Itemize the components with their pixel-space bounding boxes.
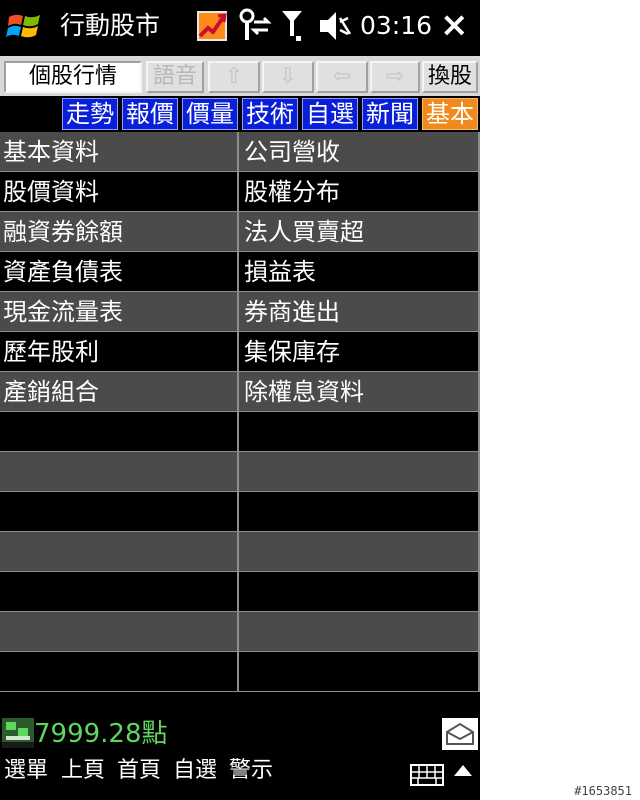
left-arrow-button[interactable]: ⇦ — [316, 61, 368, 93]
grid-empty-cell — [0, 652, 239, 692]
table-row — [0, 492, 480, 532]
grid-item-custody-holdings[interactable]: 集保庫存 — [241, 332, 480, 372]
grid-item-margin-balance[interactable]: 融資券餘額 — [0, 212, 239, 252]
table-row: 股價資料 股權分布 — [0, 172, 480, 212]
fundamentals-grid: 基本資料 公司營收 股價資料 股權分布 融資券餘額 法人買賣超 資產負債表 損益… — [0, 132, 480, 692]
grid-empty-cell — [241, 612, 480, 652]
table-row: 歷年股利 集保庫存 — [0, 332, 480, 372]
down-arrow-button[interactable]: ⇩ — [262, 61, 314, 93]
table-row: 產銷組合 除權息資料 — [0, 372, 480, 412]
menu-button[interactable]: 選單 — [4, 754, 48, 788]
tab-news[interactable]: 新聞 — [362, 98, 418, 130]
grid-empty-cell — [241, 532, 480, 572]
market-index-value: 7999.28點 — [34, 719, 168, 749]
grid-empty-cell — [241, 492, 480, 532]
app-title: 行動股市 — [60, 11, 161, 40]
up-arrow-button[interactable]: ⇧ — [208, 61, 260, 93]
grid-item-ex-dividend-info[interactable]: 除權息資料 — [241, 372, 480, 412]
table-row: 融資券餘額 法人買賣超 — [0, 212, 480, 252]
table-row — [0, 652, 480, 692]
grid-empty-cell — [0, 492, 239, 532]
grid-empty-cell — [0, 572, 239, 612]
table-row: 資產負債表 損益表 — [0, 252, 480, 292]
table-row — [0, 572, 480, 612]
grid-item-dividend-history[interactable]: 歷年股利 — [0, 332, 239, 372]
clock-time: 03:16 — [360, 11, 433, 40]
stock-quote-button[interactable]: 個股行情 — [4, 61, 142, 93]
grid-item-balance-sheet[interactable]: 資產負債表 — [0, 252, 239, 292]
tab-trend[interactable]: 走勢 — [62, 98, 118, 130]
table-row: 現金流量表 券商進出 — [0, 292, 480, 332]
tab-fundamentals[interactable]: 基本 — [422, 98, 478, 130]
up-arrow-icon: ⇧ — [224, 64, 244, 89]
grid-item-income-statement[interactable]: 損益表 — [241, 252, 480, 292]
grid-item-broker-flows[interactable]: 券商進出 — [241, 292, 480, 332]
table-row: 基本資料 公司營收 — [0, 132, 480, 172]
tab-technical[interactable]: 技術 — [242, 98, 298, 130]
table-row — [0, 452, 480, 492]
grid-empty-cell — [0, 452, 239, 492]
grid-item-price-data[interactable]: 股價資料 — [0, 172, 239, 212]
grid-empty-cell — [241, 572, 480, 612]
tab-quote[interactable]: 報價 — [122, 98, 178, 130]
grid-empty-cell — [241, 452, 480, 492]
stock-app-icon[interactable] — [196, 8, 228, 44]
grid-item-shareholding-distribution[interactable]: 股權分布 — [241, 172, 480, 212]
grid-empty-cell — [0, 532, 239, 572]
chevron-up-icon[interactable] — [452, 762, 474, 778]
alert-button[interactable]: 警示 — [229, 754, 273, 788]
keyboard-icon[interactable] — [410, 764, 444, 786]
switch-stock-button[interactable]: 換股 — [422, 61, 478, 93]
grid-item-institutional-trading[interactable]: 法人買賣超 — [241, 212, 480, 252]
table-row — [0, 612, 480, 652]
envelope-icon[interactable] — [442, 718, 478, 750]
left-arrow-icon: ⇦ — [332, 64, 352, 89]
signal-antenna-icon[interactable] — [280, 8, 304, 44]
windows-start-icon[interactable] — [6, 8, 44, 44]
down-arrow-icon: ⇩ — [278, 64, 298, 89]
right-arrow-icon: ⇨ — [385, 64, 405, 89]
grid-item-company-revenue[interactable]: 公司營收 — [241, 132, 480, 172]
status-bar: 行動股市 03:16 × — [0, 0, 480, 52]
home-page-button[interactable]: 首頁 — [117, 754, 161, 788]
grid-empty-cell — [241, 412, 480, 452]
tab-watchlist[interactable]: 自選 — [302, 98, 358, 130]
speaker-muted-icon[interactable] — [318, 8, 352, 44]
voice-button[interactable]: 語音 — [146, 61, 204, 93]
close-button[interactable]: × — [440, 6, 469, 44]
softkey-bar: 選單 上頁 首頁 自選 警示 — [0, 752, 480, 800]
toolbar: 個股行情 語音 ⇧ ⇩ ⇦ ⇨ 換股 — [0, 56, 480, 96]
grid-item-product-mix[interactable]: 產銷組合 — [0, 372, 239, 412]
phone-screen: 行動股市 03:16 × 個股行情 語音 ⇧ ⇩ ⇦ ⇨ 換股 走勢 報價 價量… — [0, 0, 480, 800]
table-row — [0, 412, 480, 452]
tab-price-volume[interactable]: 價量 — [182, 98, 238, 130]
connectivity-icon[interactable] — [238, 8, 272, 44]
grid-item-basic-info[interactable]: 基本資料 — [0, 132, 239, 172]
grid-item-cash-flow[interactable]: 現金流量表 — [0, 292, 239, 332]
index-bar: 7999.28點 — [0, 716, 480, 752]
watchlist-button[interactable]: 自選 — [173, 754, 217, 788]
right-arrow-button[interactable]: ⇨ — [370, 61, 420, 93]
function-tab-bar: 走勢 報價 價量 技術 自選 新聞 基本 — [0, 98, 480, 132]
grid-empty-cell — [0, 612, 239, 652]
grid-empty-cell — [0, 412, 239, 452]
prev-page-button[interactable]: 上頁 — [61, 754, 105, 788]
image-watermark: #1653851 — [574, 784, 632, 798]
index-chart-icon[interactable] — [2, 718, 34, 748]
table-row — [0, 532, 480, 572]
grid-empty-cell — [241, 652, 480, 692]
